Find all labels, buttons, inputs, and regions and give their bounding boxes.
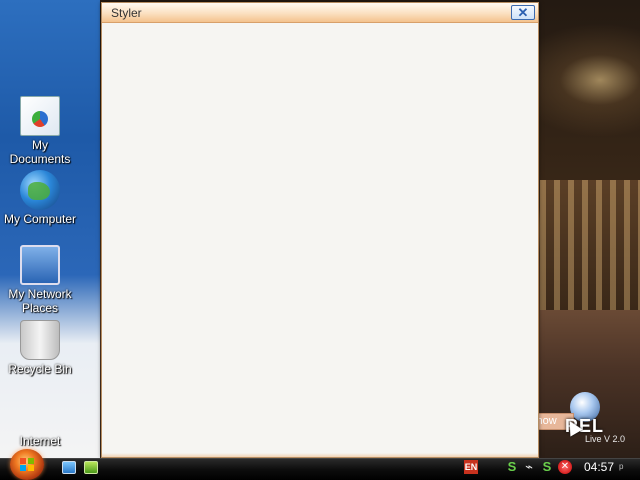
desktop-icon-label: Internet [19,434,61,448]
computer-icon [20,170,60,210]
close-icon: ✕ [517,5,529,20]
desktop-icon-internet[interactable]: Internet [0,434,80,448]
media-player-icon[interactable] [84,461,98,474]
start-button[interactable] [10,449,44,480]
window-content [102,23,538,457]
volume-icon[interactable]: ⌁ [522,460,536,474]
security-icon[interactable]: S [540,460,554,474]
styler-window: Styler ✕ [101,2,539,458]
desktop-icon-label: My Computer [3,212,77,226]
wallpaper-building [540,180,640,310]
network-icon [20,245,60,285]
window-bottom-border [102,453,538,457]
window-titlebar[interactable]: Styler ✕ [102,3,538,23]
taskbar-clock[interactable]: 04:57 [584,459,614,475]
desktop-icon-my-network-places[interactable]: My Network Places [0,245,80,315]
show-desktop-icon[interactable] [62,461,76,474]
close-button[interactable]: ✕ [511,5,535,20]
brand-subtitle: Live V 2.0 [585,434,626,444]
desktop-icon-recycle-bin[interactable]: Recycle Bin [0,320,80,376]
antivirus-icon[interactable]: ✕ [558,460,572,474]
desktop-icon-column [0,0,100,458]
documents-icon [20,96,60,136]
window-title: Styler [111,6,142,20]
clock-suffix: p [619,462,624,471]
language-indicator[interactable]: EN [464,460,478,474]
recycle-bin-icon [20,320,60,360]
network-status-icon[interactable]: S [505,460,519,474]
desktop-icon-my-computer[interactable]: My Computer [0,170,80,226]
desktop-icon-label: My Documents [9,138,71,166]
desktop-icon-my-documents[interactable]: My Documents [0,96,80,166]
desktop-icon-label: My Network Places [8,287,72,315]
desktop-icon-label: Recycle Bin [8,362,72,376]
